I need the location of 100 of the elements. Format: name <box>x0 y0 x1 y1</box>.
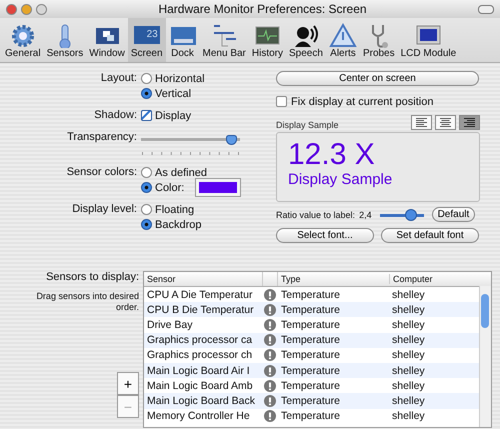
group-title: Display Sample <box>276 120 339 130</box>
color-well[interactable] <box>195 178 242 197</box>
table-cell-text: Temperature <box>280 349 341 362</box>
close-button[interactable] <box>6 4 17 14</box>
align-button[interactable] <box>411 115 432 130</box>
table-cell-text: shelley <box>391 394 426 407</box>
checkbox[interactable] <box>141 110 152 121</box>
table-cell-text: CPU B Die Temperatur <box>146 304 255 316</box>
info-icon <box>264 364 276 377</box>
option-label: Horizontal <box>155 72 205 84</box>
zoom-button[interactable] <box>36 4 47 14</box>
field-label: Display level: <box>71 202 137 217</box>
table-cell-text: Memory Controller He <box>146 410 251 422</box>
radio-button[interactable] <box>141 73 152 84</box>
column-header[interactable]: Type <box>278 274 389 284</box>
table-cell-text: Temperature <box>280 380 341 392</box>
checkbox[interactable] <box>276 96 287 107</box>
info-icon <box>264 349 276 362</box>
table-cell-text: Drive Bay <box>146 318 194 331</box>
table-cell-text: shelley <box>391 349 426 362</box>
scroll-thumb[interactable] <box>481 294 489 328</box>
toolbar-button[interactable]: Alerts <box>326 18 360 62</box>
radio-button[interactable] <box>141 88 152 99</box>
table-cell-text: shelley <box>391 318 426 331</box>
ratio-label: Ratio value to label: <box>276 210 356 220</box>
column-header[interactable]: Computer <box>389 274 481 284</box>
table-cell-text: Main Logic Board Amb <box>146 380 254 392</box>
table-cell-text: Temperature <box>280 304 341 316</box>
table-cell-text: shelley <box>391 410 426 422</box>
sample-value: 12.3 X <box>288 139 376 171</box>
option-label: Floating <box>155 204 194 216</box>
table-cell-text: Temperature <box>280 318 341 331</box>
info-icon <box>264 304 276 316</box>
table-cell-text: Temperature <box>280 394 341 407</box>
calendar-screen-icon: 23 <box>134 26 160 44</box>
info-icon <box>264 394 276 407</box>
align-button[interactable] <box>435 115 456 130</box>
table-cell-text: Graphics processor ca <box>146 334 254 346</box>
sample-label: Display Sample <box>288 171 394 189</box>
radio-button[interactable] <box>141 167 152 178</box>
info-icon <box>264 318 276 331</box>
radio-button[interactable] <box>141 219 152 230</box>
info-icon <box>264 288 276 301</box>
option-label: Backdrop <box>155 218 202 230</box>
toolbar-button[interactable]: LCD Module <box>398 18 460 62</box>
table-cell-text: shelley <box>391 334 426 346</box>
field-label: Shadow: <box>93 108 137 123</box>
table-cell-text: shelley <box>391 304 426 316</box>
info-icon <box>264 334 276 346</box>
toolbar-button[interactable]: 23 Screen <box>128 18 166 62</box>
table-cell-text: shelley <box>391 364 426 377</box>
option-label: As defined <box>155 166 207 178</box>
minimize-button[interactable] <box>21 4 32 14</box>
warning-icon <box>328 22 357 48</box>
table-cell-text: Graphics processor ch <box>146 349 254 362</box>
toolbar-button[interactable]: Window <box>86 18 128 62</box>
slider-thumb[interactable] <box>405 208 418 220</box>
align-button[interactable] <box>459 115 480 130</box>
toolbar-button[interactable]: General <box>2 18 44 62</box>
table-cell-text: Main Logic Board Back <box>146 394 256 407</box>
slider-track[interactable] <box>141 135 240 145</box>
toolbar-button[interactable]: Speech <box>286 18 326 62</box>
table-cell-text: Main Logic Board Air I <box>146 364 251 377</box>
default-button[interactable]: Default <box>432 207 476 222</box>
default-font-button[interactable]: Set default font <box>381 228 479 243</box>
table-cell-text: shelley <box>391 380 426 392</box>
option-label: Vertical <box>155 88 192 100</box>
option-label: Fix display at current position <box>291 96 434 108</box>
scrollbar[interactable] <box>479 286 491 427</box>
radio-button[interactable] <box>141 204 152 215</box>
hint-text: Drag sensors into desired order. <box>35 291 139 313</box>
field-label: Transparency: <box>66 130 137 145</box>
section-label: Sensors to display: <box>46 271 139 283</box>
text-align-icon <box>463 117 476 128</box>
center-button[interactable]: Center on screen <box>276 71 479 86</box>
column-header[interactable]: Sensor <box>144 274 262 284</box>
table-cell-text: Temperature <box>280 410 341 422</box>
field-label: Sensor colors: <box>66 165 137 180</box>
toolbar-toggle-button[interactable] <box>478 4 494 14</box>
table-cell-text: Temperature <box>280 288 341 301</box>
field-label: Layout: <box>100 71 137 86</box>
toolbar-button[interactable]: Sensors <box>44 18 86 62</box>
info-icon <box>264 380 276 392</box>
text-align-icon <box>415 117 428 128</box>
radio-button[interactable] <box>141 182 152 193</box>
slider-thumb[interactable] <box>226 135 238 145</box>
table-cell-text: Temperature <box>280 364 341 377</box>
toolbar-button[interactable]: History <box>248 18 286 62</box>
ratio-reading: 2,4 <box>359 210 372 220</box>
text-align-icon <box>439 117 452 128</box>
toolbar-button[interactable]: Menu Bar <box>200 18 249 62</box>
option-label: Color: <box>155 182 184 194</box>
add-button[interactable]: + <box>117 372 139 395</box>
toolbar-button[interactable]: Dock <box>166 18 200 62</box>
select-font-button[interactable]: Select font... <box>276 228 374 243</box>
table-cell-text: Temperature <box>280 334 341 346</box>
table-cell-text: shelley <box>391 288 426 301</box>
table-cell-text: CPU A Die Temperatur <box>146 288 254 301</box>
option-label: Display <box>155 110 192 122</box>
toolbar-button[interactable]: Probes <box>360 18 398 62</box>
